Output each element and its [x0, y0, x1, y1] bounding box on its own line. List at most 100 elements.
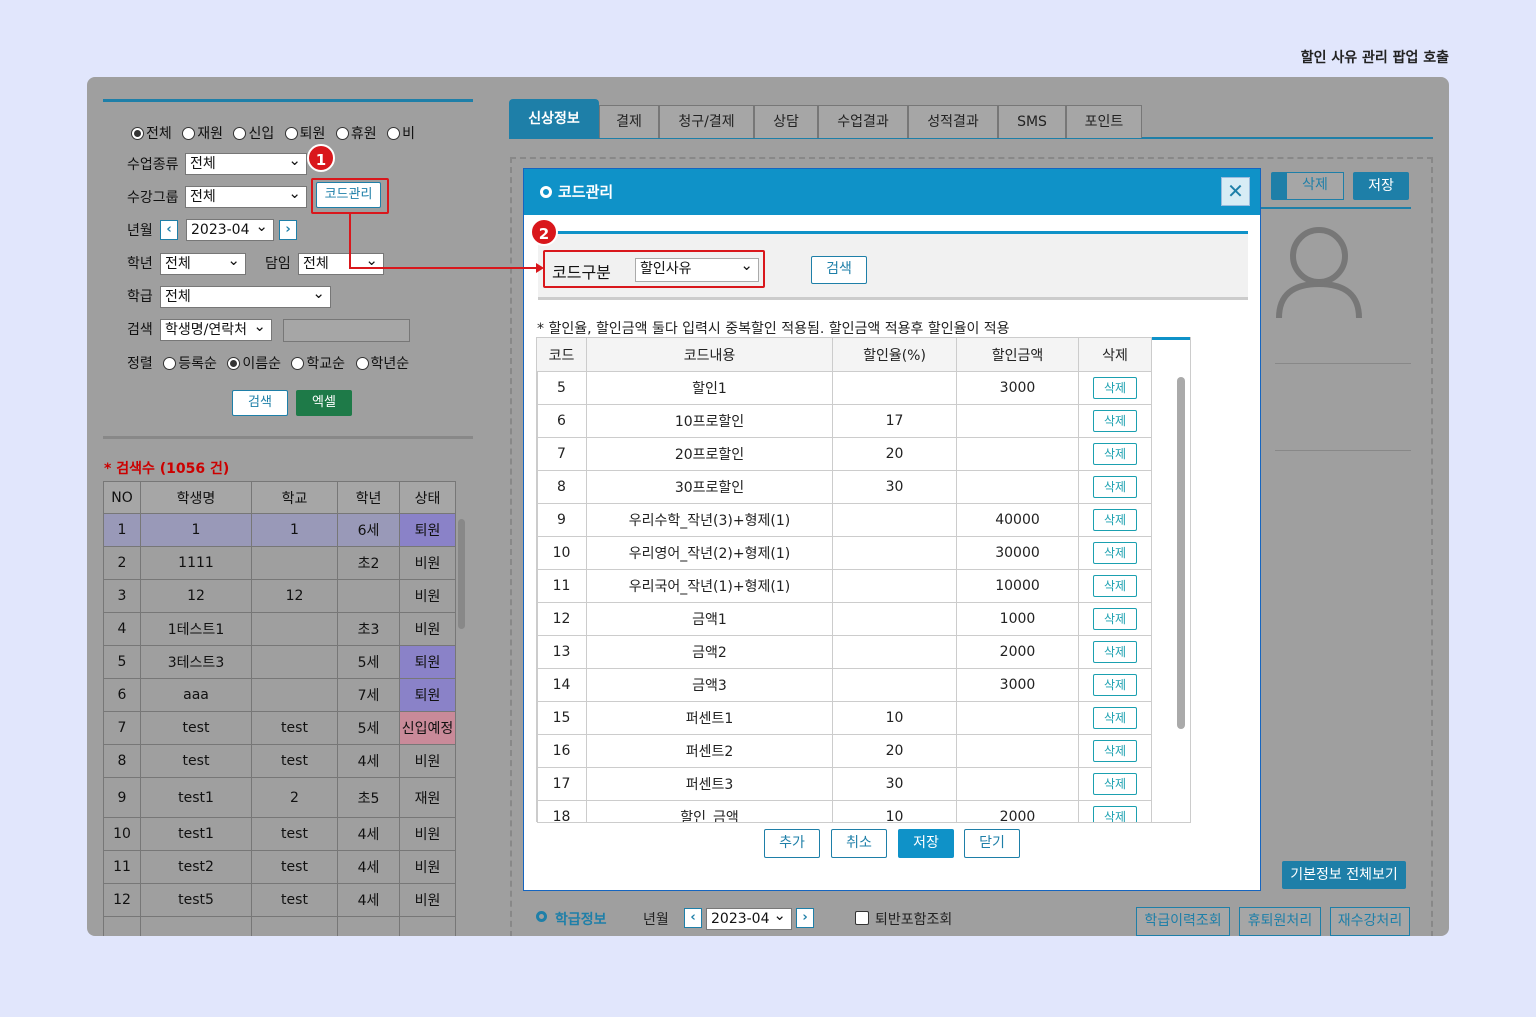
table-row[interactable]: 8 test test 4세 비원	[103, 744, 456, 778]
cell-content: 금액3	[586, 668, 833, 702]
radio-leave[interactable]	[335, 127, 349, 140]
table-row[interactable]: 12 금액1 1000 삭제	[536, 602, 1152, 636]
tab-6[interactable]: SMS	[998, 105, 1066, 138]
close-button[interactable]: 닫기	[964, 829, 1020, 858]
cell-no: 6	[103, 678, 141, 712]
highlight-box-1	[311, 178, 389, 214]
row-delete-button[interactable]: 삭제	[1093, 377, 1137, 399]
add-button[interactable]: 추가	[764, 829, 820, 858]
scrollbar[interactable]	[458, 519, 465, 629]
table-row[interactable]: 5 할인1 3000 삭제	[536, 371, 1152, 405]
radio-withdrawn[interactable]	[284, 127, 298, 140]
next-month-icon[interactable]: ›	[796, 908, 814, 928]
row-delete-button[interactable]: 삭제	[1093, 542, 1137, 564]
sort-radio-reg[interactable]	[163, 357, 177, 370]
table-row[interactable]: 6 aaa 7세 퇴원	[103, 678, 456, 712]
excel-button[interactable]: 엑셀	[296, 390, 352, 416]
cancel-button[interactable]: 취소	[831, 829, 887, 858]
table-row[interactable]: 15 퍼센트1 10 삭제	[536, 701, 1152, 735]
scrollbar[interactable]	[1177, 377, 1185, 729]
row-delete-button[interactable]: 삭제	[1093, 608, 1137, 630]
class-history-button[interactable]: 학급이력조회	[1136, 907, 1230, 936]
close-icon[interactable]: ✕	[1221, 177, 1250, 206]
row-delete-button[interactable]: 삭제	[1093, 476, 1137, 498]
delete-button[interactable]: 삭제	[1286, 172, 1344, 200]
tab-3[interactable]: 상담	[754, 105, 818, 138]
table-row[interactable]: 9 test1 2 초5 재원	[103, 777, 456, 818]
row-delete-button[interactable]: 삭제	[1093, 707, 1137, 729]
cell-grade: 4세	[337, 817, 400, 851]
table-row[interactable]: 10 test1 test 4세 비원	[103, 817, 456, 851]
table-row[interactable]	[103, 916, 456, 936]
search-input[interactable]	[283, 319, 410, 342]
table-row[interactable]: 7 test test 5세 신입예정	[103, 711, 456, 745]
table-row[interactable]: 13 금액2 2000 삭제	[536, 635, 1152, 669]
row-delete-button[interactable]: 삭제	[1093, 641, 1137, 663]
table-row[interactable]: 11 test2 test 4세 비원	[103, 850, 456, 884]
group-select[interactable]: 전체	[185, 183, 307, 208]
table-row[interactable]: 4 1테스트1 초3 비원	[103, 612, 456, 646]
radio-new[interactable]	[233, 127, 247, 140]
search-type-select[interactable]: 학생명/연락처	[160, 316, 272, 341]
grade-select[interactable]: 전체	[160, 250, 246, 275]
row-delete-button[interactable]: 삭제	[1093, 509, 1137, 531]
row-delete-button[interactable]: 삭제	[1093, 773, 1137, 795]
row-delete-button[interactable]: 삭제	[1093, 674, 1137, 696]
cell-grade: 4세	[337, 883, 400, 917]
cell-code: 12	[536, 602, 587, 636]
tab-1[interactable]: 결제	[599, 105, 659, 138]
modal-save-button[interactable]: 저장	[898, 829, 954, 858]
tab-0[interactable]: 신상정보	[509, 99, 599, 138]
table-row[interactable]: 9 우리수학_작년(3)+형제(1) 40000 삭제	[536, 503, 1152, 537]
tab-7[interactable]: 포인트	[1066, 105, 1142, 138]
table-row[interactable]: 10 우리영어_작년(2)+형제(1) 30000 삭제	[536, 536, 1152, 570]
table-row[interactable]: 11 우리국어_작년(1)+형제(1) 10000 삭제	[536, 569, 1152, 603]
table-row[interactable]: 2 1111 초2 비원	[103, 546, 456, 580]
table-row[interactable]: 12 test5 test 4세 비원	[103, 883, 456, 917]
row-delete-button[interactable]: 삭제	[1093, 443, 1137, 465]
table-row[interactable]: 7 20프로할인 20 삭제	[536, 437, 1152, 471]
modal-search-button[interactable]: 검색	[811, 256, 867, 284]
row-delete-button[interactable]: 삭제	[1093, 575, 1137, 597]
retake-button[interactable]: 재수강처리	[1330, 907, 1410, 936]
cell-rate: 17	[832, 404, 957, 438]
table-row[interactable]: 17 퍼센트3 30 삭제	[536, 767, 1152, 801]
radio-enrolled[interactable]	[182, 127, 196, 140]
cell-code: 16	[536, 734, 587, 768]
table-row[interactable]: 8 30프로할인 30 삭제	[536, 470, 1152, 504]
leave-process-button[interactable]: 휴퇴원처리	[1239, 907, 1321, 936]
table-row[interactable]: 14 금액3 3000 삭제	[536, 668, 1152, 702]
table-row[interactable]: 3 12 12 비원	[103, 579, 456, 613]
save-button[interactable]: 저장	[1353, 172, 1409, 200]
basic-info-all-button[interactable]: 기본정보 전체보기	[1282, 861, 1406, 889]
radio-all[interactable]	[131, 127, 144, 140]
next-month-icon[interactable]: ›	[279, 220, 297, 240]
class-info-title: 학급정보	[555, 912, 607, 928]
ym-select[interactable]: 2023-04	[186, 216, 274, 241]
school-select[interactable]: 전체	[160, 283, 331, 308]
tab-2[interactable]: 청구/결제	[659, 105, 754, 138]
col-amount: 할인금액	[956, 337, 1079, 372]
cell-rate	[832, 668, 957, 702]
table-row[interactable]: 18 할인_금액 10 2000 삭제	[536, 800, 1152, 822]
bottom-ym-select[interactable]: 2023-04	[706, 905, 792, 930]
radio-non[interactable]	[387, 127, 401, 140]
table-row[interactable]: 16 퍼센트2 20 삭제	[536, 734, 1152, 768]
table-row[interactable]: 6 10프로할인 17 삭제	[536, 404, 1152, 438]
row-delete-button[interactable]: 삭제	[1093, 410, 1137, 432]
class-type-select[interactable]: 전체	[185, 150, 307, 175]
sort-radio-grade[interactable]	[355, 357, 369, 370]
table-row[interactable]: 1 1 1 6세 퇴원	[103, 513, 456, 547]
sort-radio-name[interactable]	[227, 357, 241, 370]
row-delete-button[interactable]: 삭제	[1093, 806, 1137, 822]
tab-5[interactable]: 성적결과	[908, 105, 998, 138]
prev-month-icon[interactable]: ‹	[684, 908, 702, 928]
row-delete-button[interactable]: 삭제	[1093, 740, 1137, 762]
prev-month-icon[interactable]: ‹	[160, 220, 178, 240]
search-button[interactable]: 검색	[232, 390, 288, 416]
sort-radio-school[interactable]	[291, 357, 305, 370]
tab-4[interactable]: 수업결과	[818, 105, 908, 138]
withdraw-checkbox[interactable]	[855, 911, 869, 925]
table-row[interactable]: 5 3테스트3 5세 퇴원	[103, 645, 456, 679]
cell-no: 12	[103, 883, 141, 917]
